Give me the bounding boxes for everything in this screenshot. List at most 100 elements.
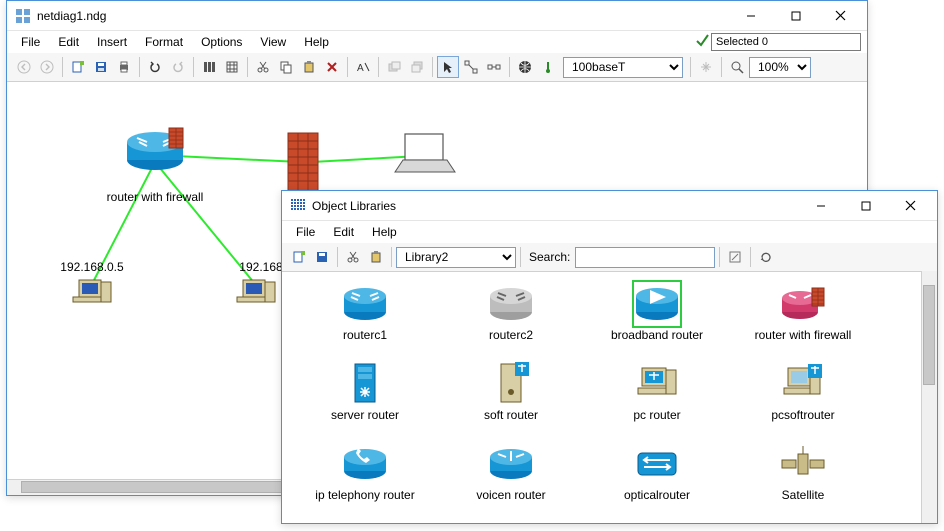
- lib-close-button[interactable]: [888, 192, 933, 220]
- library-item-broadband-router[interactable]: broadband router: [584, 278, 730, 358]
- maximize-button[interactable]: [773, 2, 818, 30]
- library-item-router-firewall[interactable]: router with firewall: [730, 278, 876, 358]
- search-input[interactable]: [575, 247, 715, 268]
- library-item-routerc2[interactable]: routerc2: [438, 278, 584, 358]
- paste-button[interactable]: [298, 56, 320, 78]
- check-icon: [695, 33, 709, 47]
- delete-button[interactable]: [321, 56, 343, 78]
- nav-forward-button[interactable]: [36, 56, 58, 78]
- new-button[interactable]: [67, 56, 89, 78]
- lib-new-button[interactable]: [288, 246, 310, 268]
- ip-label-left: 192.168.0.5: [60, 260, 123, 274]
- cable-type-select[interactable]: 100baseT: [563, 57, 683, 78]
- pointer-tool-button[interactable]: [437, 56, 459, 78]
- satellite-icon: [780, 442, 826, 486]
- close-button[interactable]: [818, 2, 863, 30]
- menu-insert[interactable]: Insert: [89, 33, 135, 51]
- menu-file[interactable]: File: [13, 33, 48, 51]
- layer-back-button[interactable]: [383, 56, 405, 78]
- zoom-select[interactable]: 100%: [749, 57, 811, 78]
- search-label: Search:: [525, 250, 574, 264]
- lib-menu-file[interactable]: File: [288, 223, 323, 241]
- library-grid: routerc1 routerc2 broadband router route…: [282, 272, 937, 516]
- library-item-label: Satellite: [782, 488, 825, 502]
- library-item-server-router[interactable]: server router: [292, 358, 438, 438]
- cable-pin-icon[interactable]: [537, 56, 559, 78]
- menu-view[interactable]: View: [252, 33, 294, 51]
- layer-front-button[interactable]: [406, 56, 428, 78]
- copy-button[interactable]: [275, 56, 297, 78]
- library-app-icon: [290, 198, 306, 214]
- lib-menu-help[interactable]: Help: [364, 223, 405, 241]
- library-vertical-scrollbar[interactable]: [921, 271, 937, 523]
- optical-router-icon: [634, 442, 680, 486]
- network-icon[interactable]: [514, 56, 536, 78]
- library-titlebar: Object Libraries: [282, 191, 937, 221]
- lib-save-button[interactable]: [311, 246, 333, 268]
- svg-text:A: A: [357, 63, 364, 74]
- node-laptop[interactable]: [395, 134, 455, 172]
- cut-button[interactable]: [252, 56, 274, 78]
- library-item-label: voicen router: [476, 488, 545, 502]
- library-item-label: ip telephony router: [315, 488, 414, 502]
- menu-edit[interactable]: Edit: [50, 33, 87, 51]
- library-item-satellite[interactable]: Satellite: [730, 438, 876, 516]
- menu-options[interactable]: Options: [193, 33, 250, 51]
- selected-status-text: Selected 0: [716, 36, 768, 48]
- zoom-button[interactable]: [726, 56, 748, 78]
- library-item-label: routerc2: [489, 328, 533, 342]
- library-item-pc-router[interactable]: pc router: [584, 358, 730, 438]
- pan-button[interactable]: [695, 56, 717, 78]
- voice-router-icon: [488, 442, 534, 486]
- lib-minimize-button[interactable]: [798, 192, 843, 220]
- save-button[interactable]: [90, 56, 112, 78]
- library-item-voicen-router[interactable]: voicen router: [438, 438, 584, 516]
- node-pc-right[interactable]: [237, 280, 275, 302]
- library-item-label: opticalrouter: [624, 488, 690, 502]
- nav-back-button[interactable]: [13, 56, 35, 78]
- node-router-firewall[interactable]: [127, 128, 183, 170]
- lib-paste-button[interactable]: [365, 246, 387, 268]
- server-router-icon: [342, 362, 388, 406]
- library-item-optical-router[interactable]: opticalrouter: [584, 438, 730, 516]
- lib-edit-mode-button[interactable]: [724, 246, 746, 268]
- router-gray-icon: [488, 282, 534, 326]
- library-window-title: Object Libraries: [312, 199, 798, 213]
- node-tool-button[interactable]: [483, 56, 505, 78]
- redo-button[interactable]: [167, 56, 189, 78]
- node-firewall[interactable]: [288, 133, 318, 191]
- selected-status: Selected 0: [711, 33, 861, 51]
- print-button[interactable]: [113, 56, 135, 78]
- node-pc-left[interactable]: [73, 280, 111, 302]
- ip-label-right: 192.168: [239, 260, 282, 274]
- lib-refresh-button[interactable]: [755, 246, 777, 268]
- library-item-pcsoftrouter[interactable]: pcsoftrouter: [730, 358, 876, 438]
- library-scrollbar-thumb[interactable]: [923, 285, 935, 385]
- main-menubar: File Edit Insert Format Options View Hel…: [7, 31, 867, 53]
- lib-cut-button[interactable]: [342, 246, 364, 268]
- router-label: router with firewall: [107, 190, 204, 204]
- minimize-button[interactable]: [728, 2, 773, 30]
- library-select[interactable]: Library2: [396, 247, 516, 268]
- pc-router-icon: [634, 362, 680, 406]
- library-item-label: server router: [331, 408, 399, 422]
- library-item-soft-router[interactable]: soft router: [438, 358, 584, 438]
- pc-soft-router-icon: [780, 362, 826, 406]
- grid-button[interactable]: [221, 56, 243, 78]
- lib-maximize-button[interactable]: [843, 192, 888, 220]
- library-item-ip-telephony-router[interactable]: ip telephony router: [292, 438, 438, 516]
- text-tool-button[interactable]: A: [352, 56, 374, 78]
- library-menubar: File Edit Help: [282, 221, 937, 243]
- menu-format[interactable]: Format: [137, 33, 191, 51]
- library-item-routerc1[interactable]: routerc1: [292, 278, 438, 358]
- undo-button[interactable]: [144, 56, 166, 78]
- menu-help[interactable]: Help: [296, 33, 337, 51]
- main-titlebar: netdiag1.ndg: [7, 1, 867, 31]
- library-item-label: router with firewall: [755, 328, 852, 342]
- ip-telephony-router-icon: [342, 442, 388, 486]
- library-window: Object Libraries File Edit Help Library2…: [281, 190, 938, 524]
- library-item-label: pc router: [633, 408, 680, 422]
- align-button[interactable]: [198, 56, 220, 78]
- lib-menu-edit[interactable]: Edit: [325, 223, 362, 241]
- connect-tool-button[interactable]: [460, 56, 482, 78]
